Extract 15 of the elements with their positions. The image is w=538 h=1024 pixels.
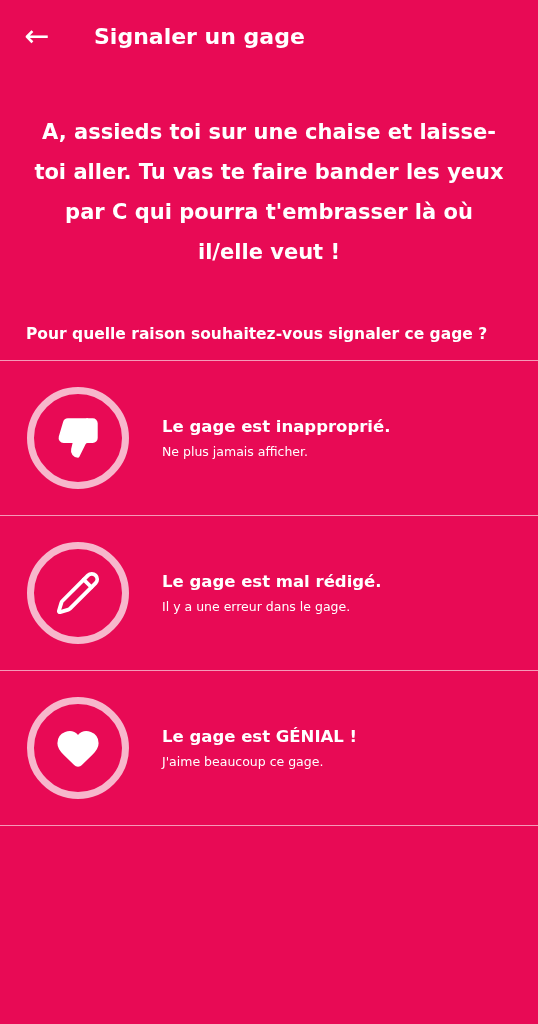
back-button[interactable]: ←: [22, 21, 52, 51]
option-title: Le gage est mal rédigé.: [162, 572, 382, 591]
report-option[interactable]: Le gage est GÉNIAL ! J'aime beaucoup ce gage.: [0, 671, 538, 826]
pencil-icon: [55, 570, 101, 616]
option-subtitle: Il y a une erreur dans le gage.: [162, 599, 352, 614]
option-title: Le gage est inapproprié.: [162, 417, 391, 436]
thumbs-down-icon: [56, 416, 100, 460]
option-subtitle: Ne plus jamais afficher.: [162, 444, 309, 459]
report-option[interactable]: Le gage est inapproprié. Ne plus jamais afficher.: [0, 361, 538, 516]
report-option[interactable]: Le gage est mal rédigé. Il y a une erreur dans le gage.: [0, 516, 538, 671]
question-text: Pour quelle raison souhaitez-vous signaler ce gage ?: [26, 324, 489, 345]
option-subtitle: J'aime beaucoup ce gage.: [162, 754, 325, 769]
option-title: Le gage est GÉNIAL !: [162, 727, 358, 746]
screen-title: Signaler un gage: [94, 23, 305, 49]
dare-text: A, assieds toi sur une chaise et laisse-toi aller. Tu vas te faire bander les yeux par C qui pourra t'embrasser là où il/elle veut !: [33, 119, 505, 266]
